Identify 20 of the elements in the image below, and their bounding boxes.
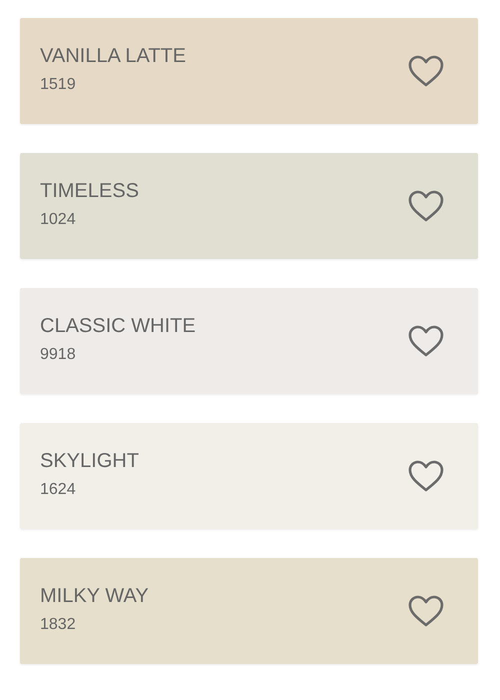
color-code: 1624 [40,480,77,498]
color-card[interactable]: MILKY WAY 1832 [20,558,478,664]
color-name: CLASSIC WHITE [40,314,196,338]
color-code: 1024 [40,210,77,228]
heart-icon[interactable] [408,460,444,492]
heart-icon[interactable] [408,190,444,222]
color-code: 1519 [40,76,77,94]
heart-icon[interactable] [408,55,444,87]
color-name: MILKY WAY [40,584,149,608]
color-name: TIMELESS [40,180,139,202]
heart-icon[interactable] [408,595,444,627]
color-card[interactable]: CLASSIC WHITE 9918 [20,288,478,394]
color-card[interactable]: TIMELESS 1024 [20,153,478,259]
heart-icon[interactable] [408,325,444,357]
color-code: 1832 [40,616,77,634]
color-card[interactable]: VANILLA LATTE 1519 [20,18,478,124]
color-name: VANILLA LATTE [40,44,186,68]
color-code: 9918 [40,346,77,364]
color-name: SKYLIGHT [40,450,139,472]
color-card[interactable]: SKYLIGHT 1624 [20,423,478,529]
